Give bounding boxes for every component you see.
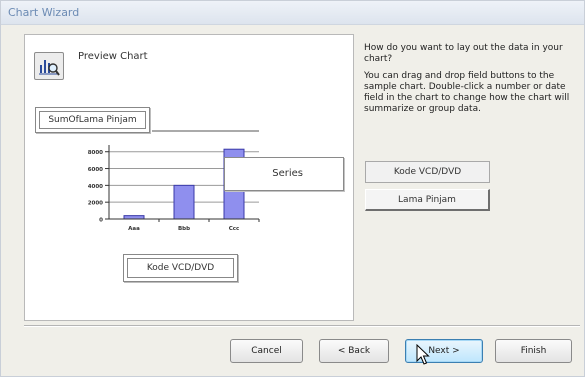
instructions-question: How do you want to lay out the data in y… [364, 43, 563, 64]
mouse-pointer-icon [416, 344, 430, 365]
field-lama-pinjam[interactable]: Lama Pinjam [365, 189, 490, 211]
title-bar[interactable]: Chart Wizard [1, 1, 584, 25]
axis-field-dropzone[interactable]: Kode VCD/DVD [123, 254, 238, 282]
y-tick-label: 6000 [88, 167, 103, 173]
data-field-dropzone[interactable]: SumOfLama Pinjam [35, 107, 150, 133]
y-tick-labels: 0 2000 4000 6000 8000 [88, 150, 109, 224]
field-kode-vcd-dvd[interactable]: Kode VCD/DVD [365, 161, 490, 183]
x-tick-label: Aaa [128, 226, 140, 232]
x-tick-labels: Aaa Bbb Ccc [128, 219, 260, 232]
series-dropzone[interactable]: Series [224, 157, 344, 191]
y-tick-label: 0 [99, 218, 103, 224]
window-title: Chart Wizard [8, 6, 80, 19]
chart-bar [123, 215, 145, 220]
data-field-label: SumOfLama Pinjam [39, 111, 146, 129]
back-button[interactable]: < Back [319, 339, 389, 363]
chart-bar [173, 184, 195, 220]
series-label: Series [272, 168, 303, 179]
axis-field-label: Kode VCD/DVD [127, 258, 234, 278]
cancel-button[interactable]: Cancel [230, 339, 303, 363]
chart-layout-panel: Preview Chart 0 2000 4000 6000 8000 Aaa Bbb Cc… [24, 34, 354, 321]
x-tick-label: Bbb [178, 226, 190, 232]
x-tick-label: Ccc [229, 226, 240, 232]
y-tick-label: 2000 [88, 201, 103, 207]
instructions-help: You can drag and drop field buttons to t… [364, 71, 570, 114]
chart-wizard-dialog: Chart Wizard Preview Chart 0 2000 4000 6000… [0, 0, 585, 377]
finish-button[interactable]: Finish [495, 339, 572, 363]
y-tick-label: 8000 [88, 150, 103, 156]
footer-divider [24, 325, 580, 327]
instructions-text: How do you want to lay out the data in y… [364, 43, 579, 121]
y-tick-label: 4000 [88, 184, 103, 190]
